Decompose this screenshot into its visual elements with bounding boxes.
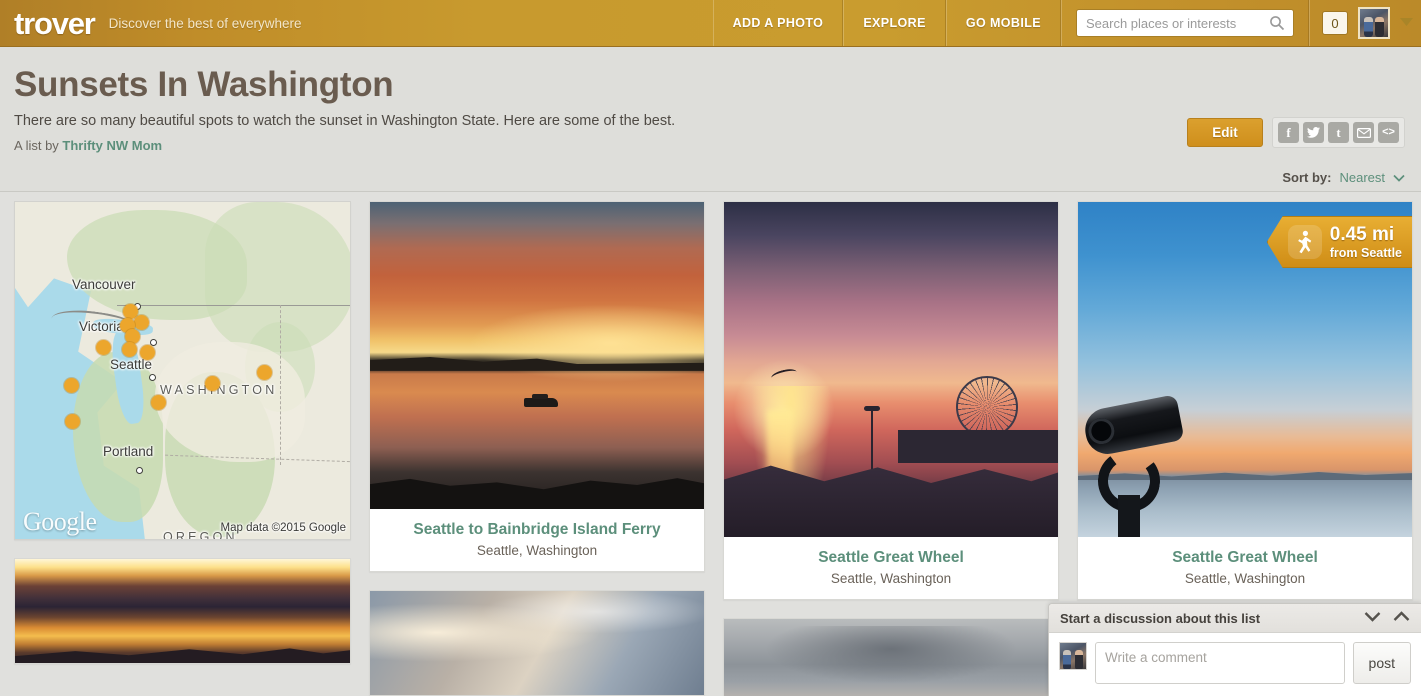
sort-label: Sort by: [1282,170,1332,185]
list-header: Sunsets In Washington There are so many … [0,47,1421,192]
distance-text: 0.45 mi from Seattle [1330,224,1402,259]
grid-column-1: Vancouver Victoria Seattle Portland WASH… [14,201,351,696]
map-card[interactable]: Vancouver Victoria Seattle Portland WASH… [14,201,351,540]
card-title[interactable]: Seattle Great Wheel [732,548,1050,567]
map-city-label: Victoria [79,319,124,334]
map-border-east [280,305,281,465]
chevron-down-icon[interactable] [1364,609,1381,627]
map-pin[interactable] [257,365,272,380]
share-email-icon[interactable] [1353,122,1374,143]
share-facebook-icon[interactable]: f [1278,122,1299,143]
byline-prefix: A list by [14,138,59,154]
walking-person-icon [1287,225,1322,259]
site-tagline: Discover the best of everywhere [108,15,302,31]
photo-telescope-post [1118,495,1141,537]
discussion-widget: Start a discussion about this list post [1048,603,1421,696]
card-title[interactable]: Seattle to Bainbridge Island Ferry [378,520,696,539]
photo-ridgeline [15,648,350,663]
map-pin[interactable] [64,378,79,393]
distance-badge[interactable]: 0.45 mi from Seattle [1266,216,1412,268]
edit-button[interactable]: Edit [1187,118,1263,147]
map-pin[interactable] [134,315,149,330]
photo-telescope-silhouette-blue-sunset[interactable]: 0.45 mi from Seattle [1078,202,1412,537]
byline-author-link[interactable]: Thrifty NW Mom [62,138,162,153]
discussion-header[interactable]: Start a discussion about this list [1049,604,1421,633]
map-pin[interactable] [205,376,220,391]
sort-value[interactable]: Nearest [1339,170,1385,185]
primary-nav: ADD A PHOTO EXPLORE GO MOBILE [712,0,1061,46]
chevron-up-icon[interactable] [1393,609,1410,627]
comment-avatar [1059,642,1087,670]
distance-origin: from Seattle [1329,245,1402,260]
discussion-body: post [1049,633,1421,696]
map-pin[interactable] [65,414,80,429]
photo-foreground-silhouette [370,478,704,509]
photo-pier [897,429,1058,464]
photo-sunset-over-puget-sound-with-ferry[interactable] [370,202,704,509]
card-location: Seattle, Washington [830,571,952,587]
photo-seagull [769,366,798,383]
map-pin[interactable] [96,340,111,355]
site-header: trover Discover the best of everywhere A… [0,0,1421,47]
search-input[interactable] [1077,10,1293,36]
card-great-wheel-2[interactable]: 0.45 mi from Seattle Seattle Great Wheel… [1077,201,1413,601]
nav-go-mobile[interactable]: GO MOBILE [945,0,1061,46]
map-border-canada [117,305,350,306]
search-box[interactable] [1076,9,1294,37]
nav-explore[interactable]: EXPLORE [843,0,946,46]
share-twitter-icon[interactable] [1303,122,1324,143]
search-zone [1061,0,1309,46]
map-city-dot [136,467,143,474]
trover-logo[interactable]: trover [14,8,96,39]
share-embed-icon[interactable]: <> [1378,122,1399,143]
photo-golden-dramatic-sunset[interactable] [15,559,350,663]
page-title: Sunsets In Washington [14,65,394,104]
share-tumblr-icon[interactable]: t [1328,122,1349,143]
discussion-controls [1364,609,1410,627]
brand-zone: trover Discover the best of everywhere [0,0,302,46]
card-location: Seattle, Washington [1184,571,1306,587]
card-partial-golden-sunset[interactable] [14,558,351,664]
map-attribution: Map data ©2015 Google [220,522,346,534]
google-logo: Google [23,507,97,536]
card-title[interactable]: Seattle Great Wheel [1086,548,1404,567]
notification-count-badge[interactable]: 0 [1322,11,1348,35]
card-caption: Seattle to Bainbridge Island Ferry Seatt… [370,509,704,571]
card-location: Seattle, Washington [476,543,598,559]
photo-grey-overcast-sky[interactable] [724,619,1058,696]
nav-add-a-photo[interactable]: ADD A PHOTO [712,0,844,46]
comment-input[interactable] [1095,642,1345,684]
photo-shoreline [370,357,704,371]
card-caption: Seattle Great Wheel Seattle, Washington [724,537,1058,599]
map-city-dot [149,374,156,381]
header-user-zone: 0 [1309,0,1421,46]
photo-ferry-boat [523,394,558,408]
card-partial-wispy-clouds[interactable] [369,590,705,696]
photo-cloud-mass [764,625,1018,684]
card-partial-overcast[interactable] [723,618,1059,696]
header-spacer [302,0,713,46]
card-bainbridge-ferry[interactable]: Seattle to Bainbridge Island Ferry Seatt… [369,201,705,573]
photo-pink-sunset-with-ferris-wheel[interactable] [724,202,1058,537]
share-button-group: f t <> [1272,117,1405,148]
map-city-label: Portland [103,444,154,459]
chevron-down-icon[interactable] [1400,14,1413,32]
user-avatar[interactable] [1358,7,1390,39]
list-actions: Edit f t <> [1187,117,1405,148]
discussion-title: Start a discussion about this list [1060,610,1261,626]
photo-wispy-cloud-sky[interactable] [370,591,704,696]
distance-value: 0.45 mi [1329,224,1395,246]
map-pin[interactable] [151,395,166,410]
grid-column-3: Seattle Great Wheel Seattle, Washington [723,201,1059,696]
map-pin[interactable] [140,345,155,360]
photo-telescope-body [1081,394,1185,458]
map-pin[interactable] [122,342,137,357]
sort-control: Sort by: Nearest [1282,170,1405,185]
grid-column-2: Seattle to Bainbridge Island Ferry Seatt… [369,201,705,696]
chevron-down-icon[interactable] [1393,170,1405,185]
card-great-wheel-1[interactable]: Seattle Great Wheel Seattle, Washington [723,201,1059,601]
card-caption: Seattle Great Wheel Seattle, Washington [1078,537,1412,599]
post-comment-button[interactable]: post [1352,642,1411,684]
map-city-label: Vancouver [72,277,136,292]
